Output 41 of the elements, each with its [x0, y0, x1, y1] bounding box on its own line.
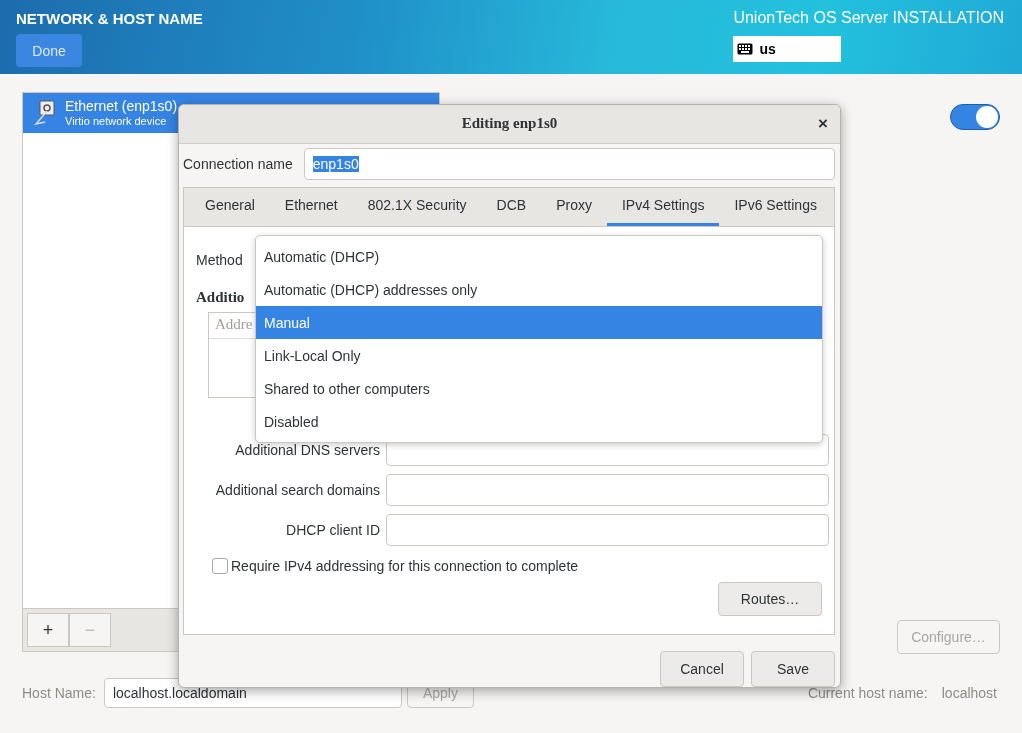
- tab[interactable]: 802.1X Security: [352, 187, 482, 226]
- checkbox[interactable]: [212, 557, 228, 574]
- menu-item[interactable]: Manual: [256, 306, 822, 339]
- keyboard-icon: [737, 43, 754, 55]
- connection-name-label: Connection name: [183, 155, 293, 172]
- checkbox-label: Require IPv4 addressing for this connection to complete: [231, 557, 579, 574]
- tab[interactable]: IPv6 Settings: [719, 187, 832, 226]
- network-card-icon: [33, 100, 57, 126]
- menu-item[interactable]: Automatic (DHCP) addresses only: [256, 273, 822, 306]
- connection-name-field[interactable]: enp1s0: [303, 147, 835, 180]
- device-toggle-switch[interactable]: [950, 104, 1000, 130]
- product-title: UnionTech OS Server INSTALLATION: [733, 9, 1004, 27]
- cancel-button[interactable]: Cancel: [660, 651, 744, 687]
- current-host-name-label: Current host name:: [807, 685, 928, 701]
- tab[interactable]: Proxy: [541, 187, 607, 226]
- host-name-label: Host Name:: [22, 685, 96, 701]
- field-label: Additional search domains: [214, 481, 380, 498]
- menu-item[interactable]: Automatic (DHCP): [256, 240, 822, 273]
- field-label: DHCP client ID: [285, 521, 380, 538]
- current-host-name: localhost: [941, 685, 997, 701]
- tab[interactable]: General: [190, 187, 270, 226]
- device-name: Ethernet (enp1s0): [65, 98, 178, 115]
- routes-button[interactable]: Routes…: [718, 581, 822, 616]
- screen-title: NETWORK & HOST NAME: [16, 10, 203, 27]
- save-button[interactable]: Save: [751, 651, 835, 687]
- menu-item[interactable]: Link-Local Only: [256, 339, 822, 372]
- close-button[interactable]: ×: [816, 114, 830, 134]
- input-field[interactable]: [386, 473, 829, 506]
- menu-item[interactable]: Shared to other computers: [256, 372, 822, 405]
- tab[interactable]: DCB: [481, 187, 542, 226]
- field-label: Additional DNS servers: [234, 441, 380, 458]
- keyboard-layout-indicator[interactable]: us: [733, 36, 842, 62]
- tab[interactable]: Ethernet: [269, 187, 353, 226]
- tab[interactable]: IPv4 Settings: [606, 187, 720, 226]
- device-description: Virtio network device: [65, 115, 168, 128]
- section-heading: Additio: [196, 288, 245, 306]
- add-button[interactable]: +: [27, 613, 69, 647]
- menu-item[interactable]: Disabled: [256, 405, 822, 438]
- method-label: Method: [196, 251, 243, 268]
- input-field[interactable]: [386, 513, 829, 546]
- dialog-title: Editing enp1s0: [461, 115, 558, 133]
